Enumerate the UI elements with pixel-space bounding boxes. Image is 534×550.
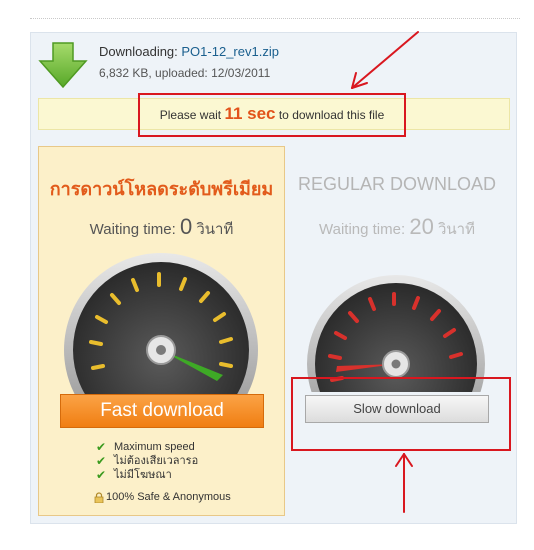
annotation-arrows bbox=[351, 31, 419, 513]
annotation-arrow-top bbox=[351, 31, 419, 89]
